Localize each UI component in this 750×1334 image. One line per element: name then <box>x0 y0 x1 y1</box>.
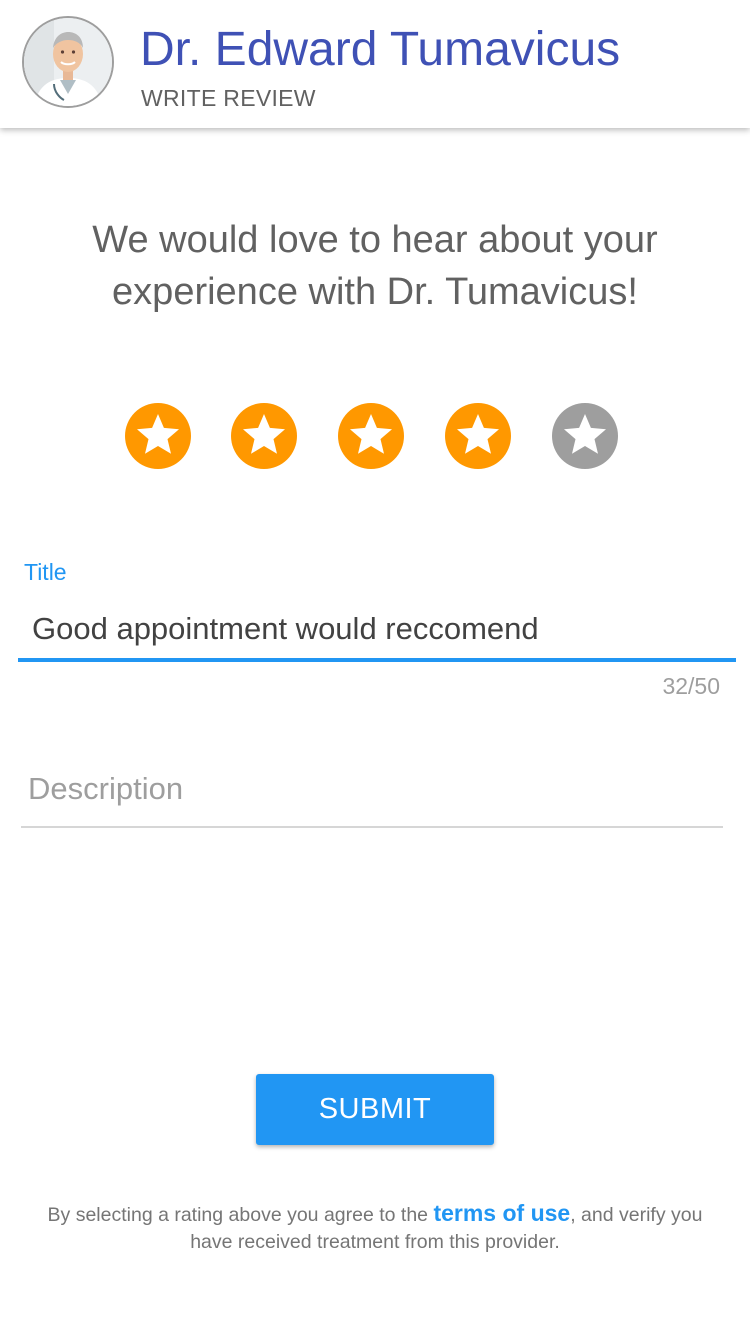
doctor-avatar[interactable] <box>22 16 114 108</box>
description-input[interactable] <box>21 752 723 828</box>
review-prompt: We would love to hear about your experie… <box>40 214 710 318</box>
star-icon <box>445 403 511 469</box>
star-icon <box>552 403 618 469</box>
star-rating-3[interactable] <box>337 402 405 470</box>
doctor-name: Dr. Edward Tumavicus <box>140 23 621 76</box>
star-icon <box>338 403 404 469</box>
title-input[interactable] <box>18 600 736 662</box>
terms-disclaimer: By selecting a rating above you agree to… <box>40 1200 710 1256</box>
title-field-label: Title <box>24 559 67 585</box>
terms-of-use-link[interactable]: terms of use <box>433 1200 570 1226</box>
star-icon <box>125 403 191 469</box>
star-rating <box>0 402 750 470</box>
star-rating-2[interactable] <box>230 402 298 470</box>
star-rating-1[interactable] <box>124 402 192 470</box>
review-prompt-line-1: We would love to hear about your <box>92 219 658 261</box>
star-rating-4[interactable] <box>444 402 512 470</box>
doctor-photo-icon <box>24 18 112 106</box>
submit-button[interactable]: SUBMIT <box>256 1074 494 1145</box>
review-prompt-line-2: experience with Dr. Tumavicus! <box>112 271 638 313</box>
star-icon <box>231 403 297 469</box>
terms-disclaimer-text-before: By selecting a rating above you agree to… <box>47 1204 434 1226</box>
screen-subtitle: WRITE REVIEW <box>141 85 316 111</box>
app-header: Dr. Edward Tumavicus WRITE REVIEW <box>0 0 750 128</box>
star-rating-5[interactable] <box>551 402 619 470</box>
title-character-counter: 32/50 <box>662 673 720 699</box>
